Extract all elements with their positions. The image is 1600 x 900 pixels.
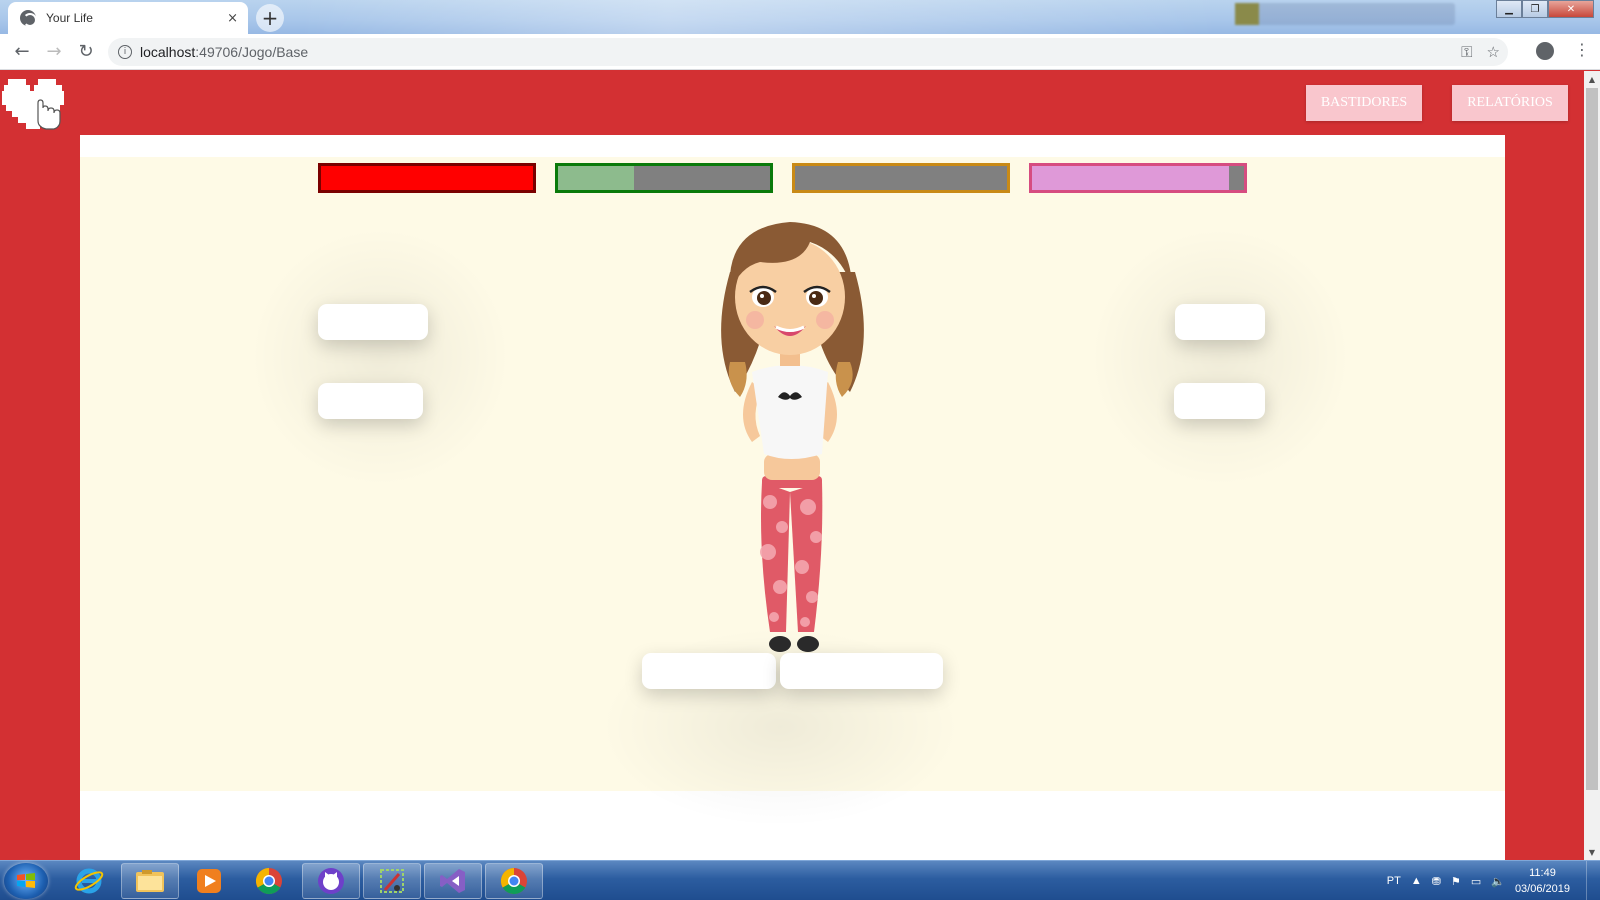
browser-toolbar: ← → ↻ i localhost:49706/Jogo/Base ⚿ ☆ ⋮ xyxy=(0,34,1600,70)
chrome-window-icon[interactable] xyxy=(485,863,543,899)
clock-time: 11:49 xyxy=(1529,867,1556,879)
omnibox-actions: ⚿ ☆ xyxy=(1461,38,1500,66)
close-window-button[interactable]: ✕ xyxy=(1548,0,1594,18)
browser-tab-strip: Your Life × + ▁ ❐ ✕ xyxy=(0,0,1600,34)
blurred-taskbar-region xyxy=(1235,3,1455,25)
visual-studio-icon[interactable] xyxy=(424,863,482,899)
clock-date: 03/06/2019 xyxy=(1514,883,1570,895)
show-desktop-button[interactable] xyxy=(1586,861,1600,900)
status-bar-pink xyxy=(1029,163,1247,193)
media-player-icon[interactable] xyxy=(180,863,238,899)
status-bar-fill xyxy=(1032,166,1230,190)
scroll-down-icon[interactable]: ▼ xyxy=(1584,844,1600,860)
browser-tab[interactable]: Your Life × xyxy=(8,2,248,34)
status-bar-fill xyxy=(321,166,533,190)
info-icon[interactable]: i xyxy=(118,45,132,59)
snipping-tool-icon[interactable] xyxy=(363,863,421,899)
button-glow xyxy=(250,227,510,487)
button-glow xyxy=(1090,227,1350,487)
display-icon[interactable]: ▭ xyxy=(1471,875,1481,888)
tray-expand-icon[interactable]: ▲ xyxy=(1411,875,1422,887)
new-tab-button[interactable]: + xyxy=(256,4,284,32)
status-bar-orange xyxy=(792,163,1010,193)
blurred-app-icon xyxy=(1235,3,1259,25)
action-center-icon[interactable]: ⚑ xyxy=(1451,875,1461,888)
language-indicator[interactable]: PT xyxy=(1387,875,1401,887)
left-action-button-1[interactable] xyxy=(318,304,428,340)
game-page: BASTIDORES RELATÓRIOS xyxy=(0,71,1584,860)
reload-icon[interactable]: ↻ xyxy=(70,36,102,68)
windows-flag-icon xyxy=(17,873,35,888)
game-panel xyxy=(80,135,1505,860)
status-bar-red xyxy=(318,163,536,193)
url-text: localhost:49706/Jogo/Base xyxy=(140,44,308,60)
github-desktop-icon[interactable] xyxy=(302,863,360,899)
right-action-button-1[interactable] xyxy=(1175,304,1265,340)
file-explorer-icon[interactable] xyxy=(121,863,179,899)
left-action-button-2[interactable] xyxy=(318,383,423,419)
close-tab-icon[interactable]: × xyxy=(227,11,238,26)
bookmark-star-icon[interactable]: ☆ xyxy=(1487,43,1500,61)
clock[interactable]: 11:49 03/06/2019 xyxy=(1515,865,1570,897)
heart-logo-icon[interactable] xyxy=(2,75,66,133)
volume-icon[interactable]: 🔈 xyxy=(1491,875,1505,888)
key-icon[interactable]: ⚿ xyxy=(1461,43,1472,61)
more-menu-icon[interactable]: ⋮ xyxy=(1574,40,1590,59)
status-bar-green xyxy=(555,163,773,193)
url-host: localhost xyxy=(140,44,196,60)
status-bar-fill xyxy=(558,166,635,190)
windows-taskbar: PT ▲ ⛃ ⚑ ▭ 🔈 11:49 03/06/2019 xyxy=(0,860,1600,900)
window-controls: ▁ ❐ ✕ xyxy=(1496,0,1594,18)
internet-explorer-icon[interactable] xyxy=(60,863,118,899)
tab-title: Your Life xyxy=(46,11,93,25)
game-area xyxy=(80,157,1505,827)
start-button[interactable] xyxy=(4,863,48,899)
window-background xyxy=(300,0,1220,34)
scroll-up-icon[interactable]: ▲ xyxy=(1584,71,1600,87)
globe-icon xyxy=(20,10,37,27)
network-sync-icon[interactable]: ⛃ xyxy=(1432,875,1441,888)
character-avatar xyxy=(721,222,864,652)
back-arrow-icon[interactable]: ← xyxy=(6,36,38,68)
minimize-button[interactable]: ▁ xyxy=(1496,0,1522,18)
forward-arrow-icon[interactable]: → xyxy=(38,36,70,68)
scroll-thumb[interactable] xyxy=(1586,88,1598,790)
restore-button[interactable]: ❐ xyxy=(1522,0,1548,18)
bastidores-button[interactable]: BASTIDORES xyxy=(1306,85,1422,121)
profile-avatar-icon[interactable] xyxy=(1536,42,1554,60)
url-path: :49706/Jogo/Base xyxy=(195,44,309,60)
right-action-button-2[interactable] xyxy=(1174,383,1265,419)
system-tray: PT ▲ ⛃ ⚑ ▭ 🔈 11:49 03/06/2019 xyxy=(1387,861,1600,900)
page-scrollbar[interactable]: ▲ ▼ xyxy=(1584,71,1600,860)
address-bar[interactable]: i localhost:49706/Jogo/Base ⚿ ☆ xyxy=(108,38,1508,66)
chrome-icon[interactable] xyxy=(240,863,298,899)
relatorios-button[interactable]: RELATÓRIOS xyxy=(1452,85,1568,121)
